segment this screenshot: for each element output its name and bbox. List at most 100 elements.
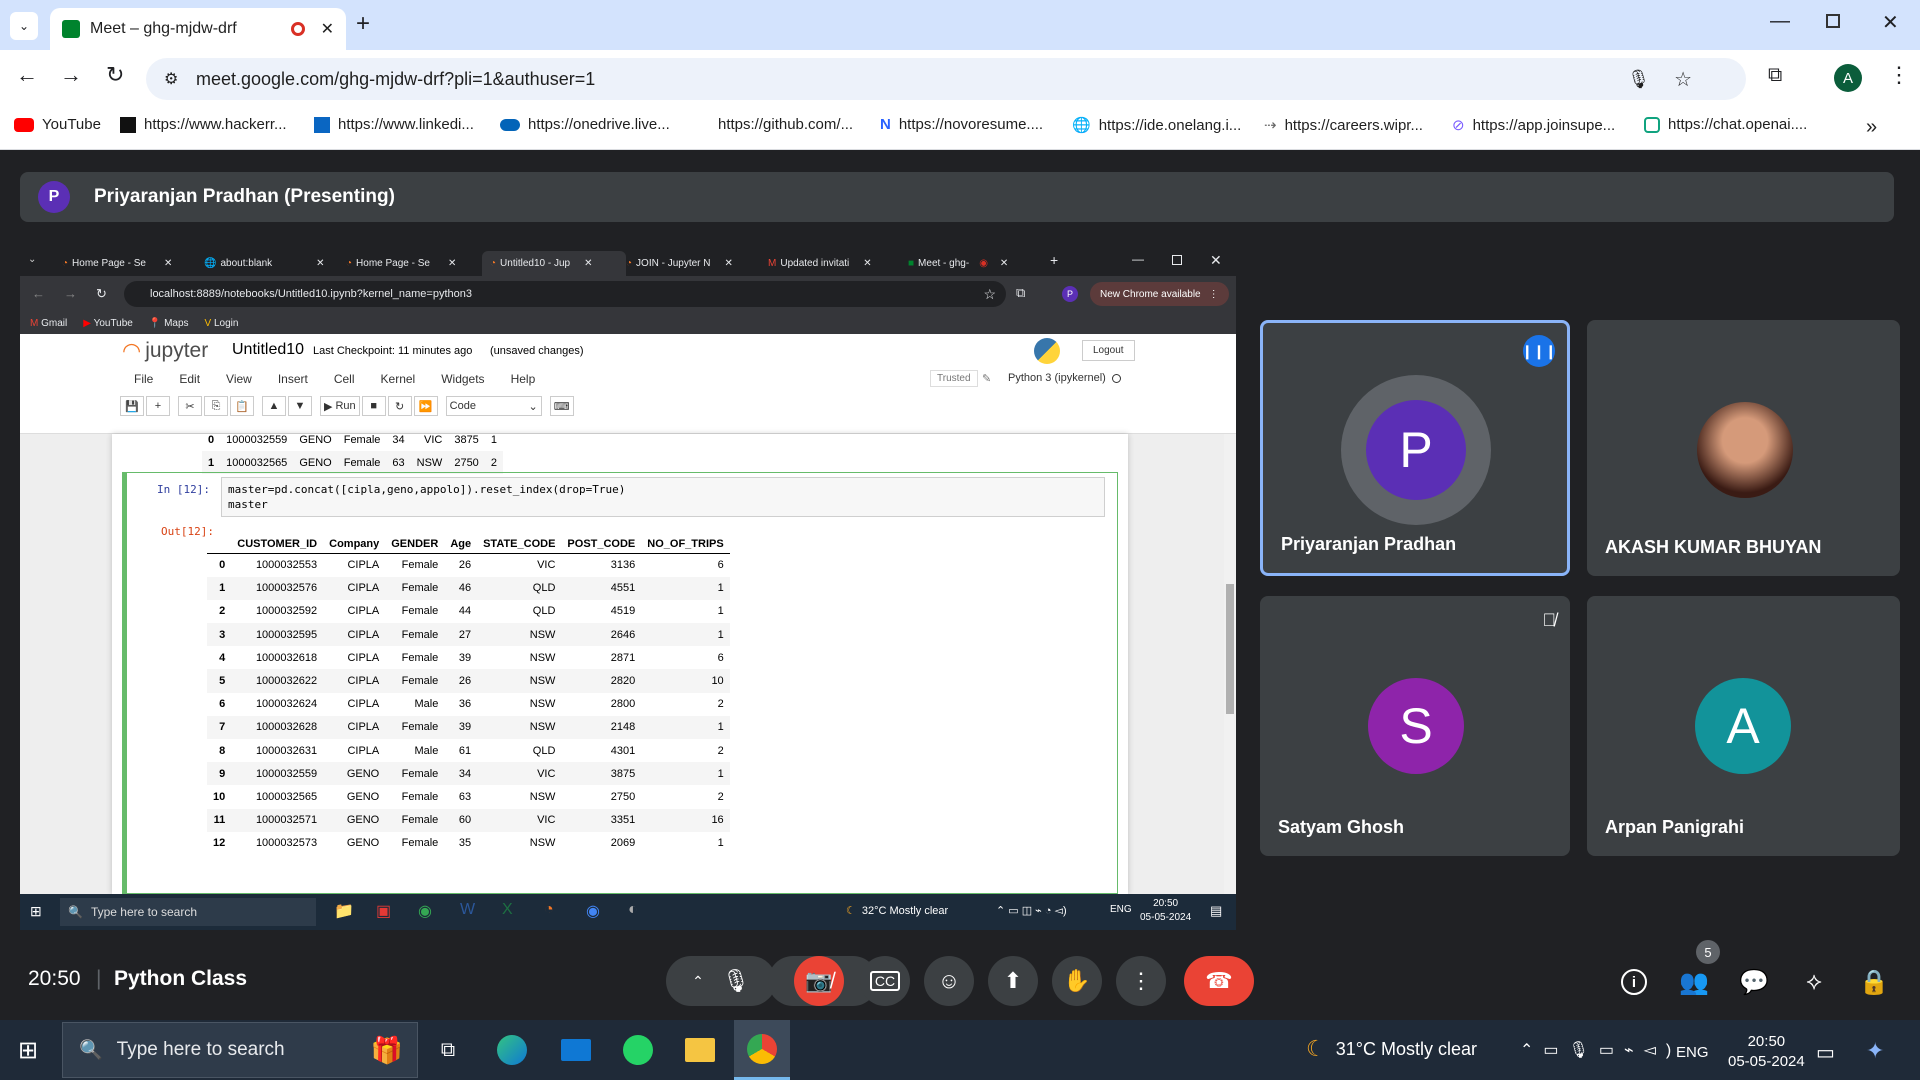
- system-tray-icons[interactable]: ⌃▭🎙▭⌁◅): [1520, 1040, 1681, 1060]
- column-header: Company: [323, 535, 386, 554]
- notification-icon[interactable]: ▭: [1816, 1040, 1835, 1065]
- speaking-indicator-icon: ❙❙❙: [1521, 335, 1557, 367]
- site-info-icon[interactable]: ⚙: [164, 69, 178, 89]
- table-cell: 39: [458, 651, 472, 664]
- weather-widget[interactable]: ☾ 31°C Mostly clear: [1306, 1036, 1477, 1062]
- table-row: 5 1000032622 CIPLA Female 26 NSW 2820 10: [207, 669, 730, 693]
- task-view-icon[interactable]: ⧉: [420, 1020, 476, 1080]
- close-tab-icon[interactable]: ✕: [321, 19, 334, 39]
- participant-tile[interactable]: 🎙̸ S Satyam Ghosh: [1260, 596, 1570, 856]
- bookmark-star-icon[interactable]: ☆: [1674, 67, 1692, 92]
- table-cell: 6: [219, 698, 226, 711]
- python-logo-icon: [1034, 338, 1060, 364]
- chatgpt-icon: [1644, 116, 1660, 133]
- bookmark-youtube[interactable]: YouTube: [14, 116, 101, 133]
- table-row: 10 1000032565 GENO Female 63 NSW 2750 2: [207, 785, 730, 808]
- system-clock[interactable]: 20:50 05-05-2024: [1728, 1032, 1805, 1072]
- bookmark-joinsuper[interactable]: ⊘ https://app.joinsupe...: [1452, 116, 1615, 135]
- table-cell: Male: [414, 744, 439, 757]
- copilot-icon[interactable]: ✦: [1866, 1038, 1884, 1064]
- taskbar-search-box[interactable]: 🔍 Type here to search 🎁: [62, 1022, 418, 1078]
- raise-hand-button[interactable]: ✋: [1052, 956, 1102, 1006]
- extensions-icon[interactable]: ⧉: [1768, 64, 1782, 87]
- selected-cell: In [12]: master=pd.concat([cipla,geno,ap…: [122, 472, 1118, 894]
- table-cell: Female: [385, 576, 445, 600]
- bookmark-linkedin[interactable]: https://www.linkedi...: [314, 116, 474, 133]
- table-cell: 5: [207, 669, 232, 693]
- bookmark-github[interactable]: https://github.com/...: [718, 116, 853, 133]
- meeting-info-button[interactable]: i: [1614, 962, 1654, 1002]
- menu-icon[interactable]: ⋮: [1888, 62, 1910, 88]
- more-options-button[interactable]: ⋮: [1116, 956, 1166, 1006]
- back-icon[interactable]: ←: [16, 62, 38, 88]
- bookmark-onelang[interactable]: 🌐 https://ide.onelang.i...: [1072, 116, 1241, 135]
- browser-tab-meet[interactable]: Meet – ghg-mjdw-drf ✕: [50, 8, 346, 50]
- info-icon: i: [1621, 969, 1647, 995]
- shared-word-icon: W: [460, 901, 476, 918]
- captions-button[interactable]: CC: [860, 956, 910, 1006]
- novoresume-icon: N: [880, 116, 891, 133]
- shared-extensions-icon: ⧉: [1016, 285, 1026, 300]
- more-bookmarks-icon[interactable]: »: [1866, 116, 1877, 139]
- table-cell: 2: [717, 744, 724, 757]
- table-cell: 1000032624: [255, 698, 318, 711]
- language-indicator[interactable]: ENG: [1676, 1044, 1709, 1061]
- reload-icon[interactable]: ↻: [106, 62, 124, 88]
- table-cell: 1000032565: [255, 790, 318, 803]
- cut-icon: ✂: [178, 396, 202, 416]
- host-controls-button[interactable]: 🔒: [1854, 962, 1894, 1002]
- shared-restore-icon: [1172, 255, 1182, 265]
- participant-tile[interactable]: ❙❙❙ P Priyaranjan Pradhan: [1260, 320, 1570, 576]
- file-explorer-icon[interactable]: [672, 1020, 728, 1080]
- table-cell: 1000032628: [231, 715, 324, 739]
- table-cell: 4301: [610, 744, 636, 757]
- bookmark-novoresume[interactable]: Nhttps://novoresume....: [880, 116, 1043, 133]
- bookmark-hackerrank[interactable]: https://www.hackerr...: [120, 116, 287, 133]
- bookmark-wipro[interactable]: ⇢ https://careers.wipr...: [1264, 116, 1423, 135]
- activities-button[interactable]: ⟡: [1794, 962, 1834, 1002]
- table-row: 12 1000032573 GENO Female 35 NSW 2069 1: [207, 832, 730, 855]
- people-button[interactable]: 👥: [1674, 962, 1714, 1002]
- table-cell: QLD: [532, 605, 556, 618]
- table-cell: 3: [207, 623, 232, 647]
- profile-avatar[interactable]: A: [1834, 64, 1862, 92]
- edge-icon[interactable]: [484, 1020, 540, 1080]
- tab-search-icon[interactable]: ⌄: [10, 12, 38, 40]
- participant-tile[interactable]: A Arpan Panigrahi: [1587, 596, 1900, 856]
- table-cell: 63: [386, 451, 411, 475]
- table-cell: 1: [641, 623, 730, 647]
- captions-icon: CC: [869, 971, 901, 991]
- table-cell: 1: [641, 762, 730, 786]
- presenting-label: Priyaranjan Pradhan (Presenting): [94, 186, 395, 207]
- camera-off-icon[interactable]: 📷̸: [794, 956, 844, 1006]
- code-editor: master=pd.concat([cipla,geno,appolo]).re…: [221, 477, 1105, 517]
- shared-reload-icon: ↻: [96, 286, 107, 301]
- table-cell: Female: [401, 605, 439, 618]
- participant-tile[interactable]: AKASH KUMAR BHUYAN: [1587, 320, 1900, 576]
- mail-icon[interactable]: [548, 1020, 604, 1080]
- leave-call-button[interactable]: ☎: [1184, 956, 1254, 1006]
- input-prompt: In [12]:: [157, 483, 210, 496]
- bookmark-onedrive[interactable]: https://onedrive.live...: [500, 116, 670, 133]
- new-tab-icon[interactable]: +: [356, 10, 370, 38]
- chat-button[interactable]: 💬: [1734, 962, 1774, 1002]
- whatsapp-icon[interactable]: [610, 1020, 666, 1080]
- table-cell: 7: [207, 715, 232, 739]
- restore-icon[interactable]: [1826, 14, 1840, 28]
- present-button[interactable]: ⬆: [988, 956, 1038, 1006]
- windows-start-icon[interactable]: ⊞: [0, 1020, 56, 1080]
- forward-icon[interactable]: →: [60, 62, 82, 88]
- table-cell: 27: [444, 623, 478, 647]
- table-cell: 3136: [610, 559, 636, 572]
- participant-avatar: A: [1695, 678, 1791, 774]
- minimize-icon[interactable]: —: [1770, 10, 1790, 33]
- shared-tab: ◔ Home Page - Se ✕: [62, 258, 173, 269]
- mic-icon[interactable]: 🎙: [1627, 69, 1650, 90]
- emoji-button[interactable]: ☺: [924, 956, 974, 1006]
- bookmark-chatgpt[interactable]: https://chat.openai....: [1644, 116, 1807, 133]
- address-bar[interactable]: ⚙ meet.google.com/ghg-mjdw-drf?pli=1&aut…: [146, 58, 1746, 100]
- chrome-icon[interactable]: [734, 1020, 790, 1080]
- table-cell: 1000032576: [231, 576, 324, 600]
- close-window-icon[interactable]: ✕: [1882, 10, 1899, 35]
- mic-button[interactable]: ⌃ 🎙: [666, 956, 776, 1006]
